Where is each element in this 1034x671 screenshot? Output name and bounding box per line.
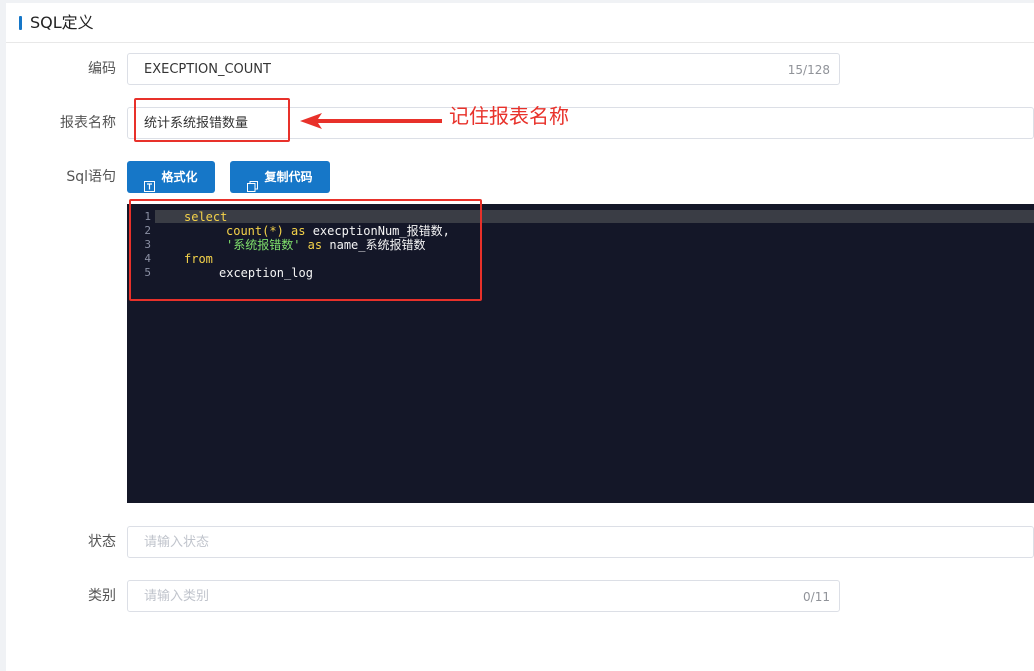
report-name-label: 报表名称 bbox=[60, 115, 116, 131]
copy-icon bbox=[247, 172, 259, 192]
sql-code-annotation-box bbox=[129, 199, 482, 301]
sql-label: Sql语句 bbox=[66, 169, 116, 185]
report-name-annotation-box bbox=[134, 98, 290, 142]
format-button[interactable]: 格式化 bbox=[127, 161, 215, 193]
category-placeholder: 请输入类别 bbox=[144, 589, 210, 604]
format-icon bbox=[144, 172, 156, 192]
code-label: 编码 bbox=[88, 61, 116, 77]
section-accent-bar bbox=[19, 16, 22, 30]
status-placeholder: 请输入状态 bbox=[144, 535, 210, 550]
copy-code-button[interactable]: 复制代码 bbox=[230, 161, 330, 193]
section-header: SQL定义 bbox=[6, 3, 1034, 43]
code-char-counter: 15/128 bbox=[787, 63, 830, 77]
category-char-counter: 0/11 bbox=[803, 590, 830, 604]
status-label: 状态 bbox=[88, 534, 116, 550]
format-button-label: 格式化 bbox=[161, 170, 198, 184]
copy-button-label: 复制代码 bbox=[264, 170, 313, 184]
status-input[interactable]: 请输入状态 bbox=[127, 526, 1034, 558]
category-label: 类别 bbox=[88, 588, 116, 604]
annotation-arrow-icon bbox=[300, 113, 442, 129]
code-input[interactable]: EXECPTION_COUNT 15/128 bbox=[127, 53, 840, 85]
code-value: EXECPTION_COUNT bbox=[144, 62, 271, 77]
category-input[interactable]: 请输入类别 0/11 bbox=[127, 580, 840, 612]
annotation-text: 记住报表名称 bbox=[449, 104, 569, 128]
sql-definition-panel: SQL定义 编码 EXECPTION_COUNT 15/128 报表名称 统计系… bbox=[6, 3, 1034, 671]
section-title: SQL定义 bbox=[30, 13, 94, 32]
